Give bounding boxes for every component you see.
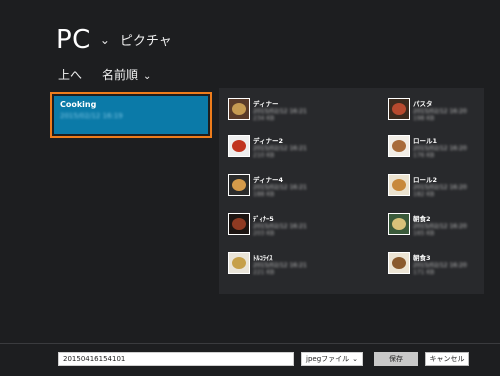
file-thumbnail: [388, 213, 410, 235]
file-item[interactable]: ﾄﾙｺﾗｲｽ 2015/02/12 16:21 221 KB: [228, 252, 358, 282]
file-date: 2015/02/12 16:20: [413, 262, 467, 269]
file-item[interactable]: ロール2 2015/02/12 16:20 182 KB: [388, 174, 500, 204]
file-item[interactable]: 朝食3 2015/02/12 16:20 171 KB: [388, 252, 500, 282]
file-date: 2015/02/12 16:20: [413, 223, 467, 230]
file-size: 210 KB: [253, 152, 275, 159]
nav-bar: 上へ 名前順 ⌄: [58, 66, 151, 83]
file-thumbnail: [388, 135, 410, 157]
file-date: 2015/02/12 16:20: [413, 184, 467, 191]
thumbnail-image: [232, 140, 246, 152]
file-name: ﾃﾞｨﾅｰ5: [253, 215, 274, 223]
file-thumbnail: [228, 252, 250, 274]
file-thumbnail: [228, 174, 250, 196]
thumbnail-image: [392, 179, 406, 191]
file-thumbnail: [228, 213, 250, 235]
file-size: 188 KB: [253, 191, 275, 198]
file-item[interactable]: ﾃﾞｨﾅｰ5 2015/02/12 16:21 203 KB: [228, 213, 358, 243]
file-item[interactable]: パスタ 2015/02/12 16:20 198 KB: [388, 98, 500, 128]
file-date: 2015/02/12 16:21: [253, 145, 307, 152]
file-thumbnail: [228, 98, 250, 120]
thumbnail-image: [392, 140, 406, 152]
file-thumbnail: [388, 98, 410, 120]
file-name: 朝食3: [413, 254, 431, 262]
file-size: 198 KB: [413, 115, 435, 122]
file-thumbnail: [388, 174, 410, 196]
file-size: 176 KB: [413, 152, 435, 159]
cancel-button[interactable]: キャンセル: [425, 352, 469, 366]
file-date: 2015/02/12 16:21: [253, 108, 307, 115]
file-name: ディナー2: [253, 137, 284, 145]
filetype-select[interactable]: jpegファイル ⌄: [301, 352, 363, 366]
file-size: 165 KB: [413, 230, 435, 237]
save-button[interactable]: 保存: [374, 352, 418, 366]
folder-name: Cooking: [60, 100, 97, 109]
chevron-down-icon: ⌄: [352, 355, 358, 363]
file-size: 171 KB: [413, 269, 435, 276]
file-list: ディナー 2015/02/12 16:21 234 KB パスタ 2015/02/12 …: [219, 88, 484, 294]
file-thumbnail: [388, 252, 410, 274]
sort-label: 名前順: [102, 68, 139, 82]
location-label: PC: [56, 25, 91, 55]
location-header[interactable]: PC ⌄ ピクチャ: [56, 24, 172, 56]
filetype-value: jpegファイル: [306, 355, 350, 363]
file-size: 221 KB: [253, 269, 275, 276]
file-name: パスタ: [413, 100, 433, 108]
file-date: 2015/02/12 16:21: [253, 262, 307, 269]
file-name: ロール1: [413, 137, 438, 145]
file-date: 2015/02/12 16:21: [253, 223, 307, 230]
current-folder-label: ピクチャ: [119, 34, 172, 49]
filename-input[interactable]: [58, 352, 294, 366]
chevron-down-icon: ⌄: [143, 71, 152, 82]
file-name: ﾄﾙｺﾗｲｽ: [253, 254, 273, 262]
thumbnail-image: [392, 218, 406, 230]
file-date: 2015/02/12 16:20: [413, 145, 467, 152]
file-size: 234 KB: [253, 115, 275, 122]
file-name: ロール2: [413, 176, 438, 184]
thumbnail-image: [232, 257, 246, 269]
folder-tile-cooking[interactable]: Cooking 2015/02/12 16:19: [50, 92, 212, 138]
file-date: 2015/02/12 16:20: [413, 108, 467, 115]
file-name: 朝食2: [413, 215, 431, 223]
sort-dropdown[interactable]: 名前順 ⌄: [102, 66, 151, 83]
folder-date: 2015/02/12 16:19: [60, 112, 123, 120]
chevron-down-icon[interactable]: ⌄: [100, 33, 110, 47]
file-date: 2015/02/12 16:21: [253, 184, 307, 191]
thumbnail-image: [392, 257, 406, 269]
file-thumbnail: [228, 135, 250, 157]
thumbnail-image: [232, 103, 246, 115]
file-item[interactable]: ディナー2 2015/02/12 16:21 210 KB: [228, 135, 358, 165]
file-item[interactable]: ディナー 2015/02/12 16:21 234 KB: [228, 98, 358, 128]
thumbnail-image: [232, 218, 246, 230]
file-item[interactable]: ロール1 2015/02/12 16:20 176 KB: [388, 135, 500, 165]
thumbnail-image: [232, 179, 246, 191]
file-item[interactable]: ディナー4 2015/02/12 16:21 188 KB: [228, 174, 358, 204]
file-name: ディナー4: [253, 176, 284, 184]
file-name: ディナー: [253, 100, 279, 108]
file-size: 182 KB: [413, 191, 435, 198]
thumbnail-image: [392, 103, 406, 115]
up-button[interactable]: 上へ: [58, 66, 82, 83]
file-item[interactable]: 朝食2 2015/02/12 16:20 165 KB: [388, 213, 500, 243]
file-size: 203 KB: [253, 230, 275, 237]
